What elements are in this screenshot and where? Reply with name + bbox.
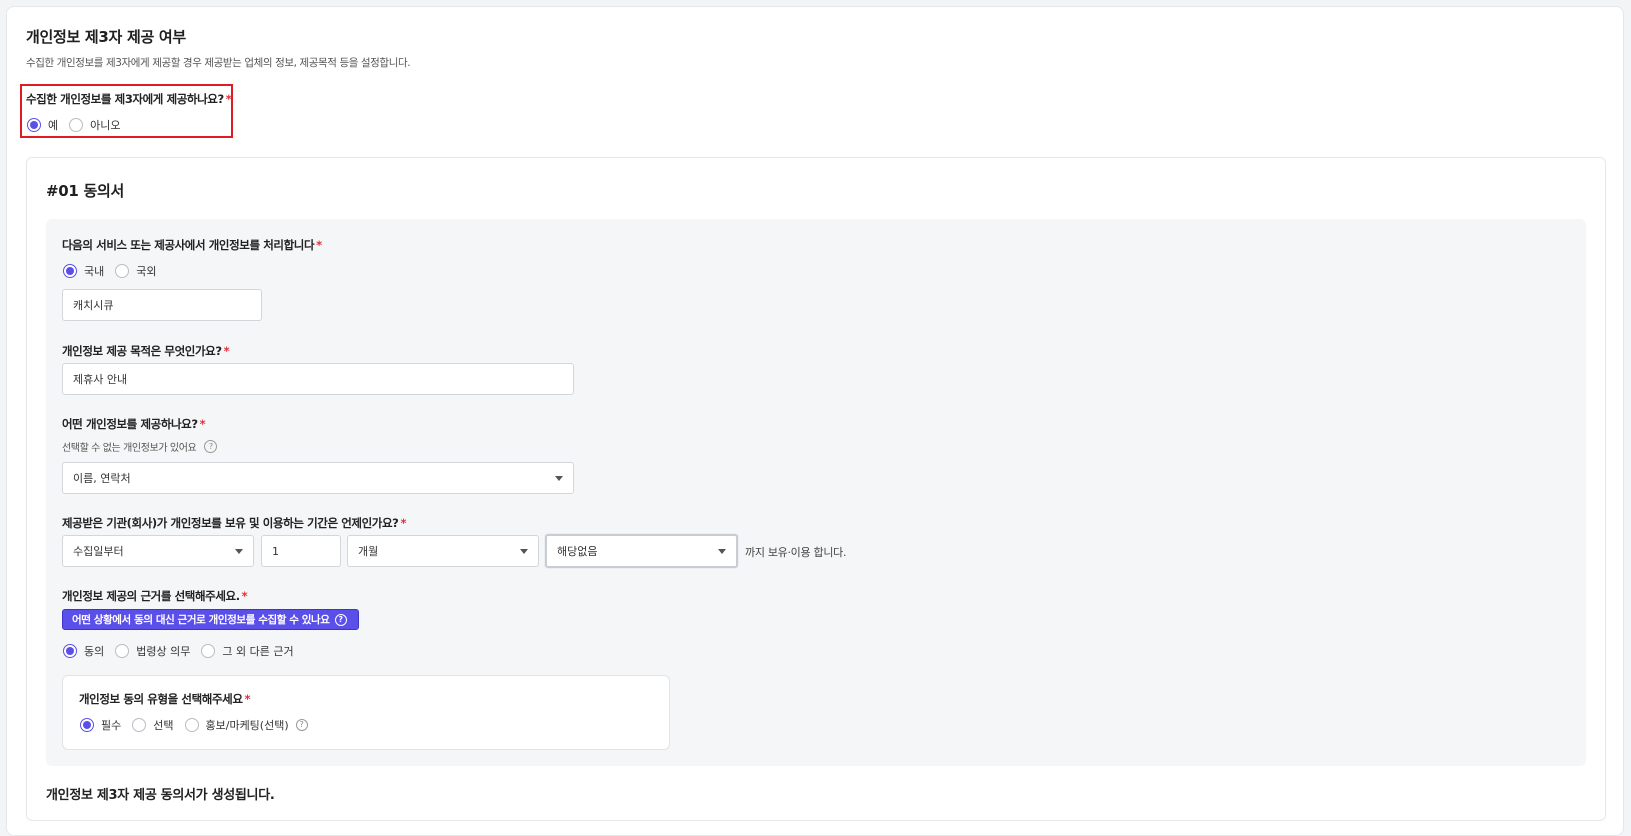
radio-other-basis-label: 그 외 다른 근거: [222, 645, 294, 658]
required-mark: *: [199, 417, 206, 431]
radio-other-basis[interactable]: 그 외 다른 근거: [201, 643, 294, 659]
required-mark: *: [223, 344, 230, 358]
radio-domestic-circle[interactable]: [63, 264, 77, 278]
radio-required-label: 필수: [101, 719, 122, 732]
retention-amount-input[interactable]: 1: [261, 535, 341, 567]
radio-yes-label: 예: [48, 119, 59, 132]
radio-other-basis-circle[interactable]: [201, 644, 216, 658]
chevron-down-icon: [235, 548, 243, 554]
retention-start-select[interactable]: 수집일부터: [62, 535, 254, 567]
items-question-label: 어떤 개인정보를 제공하나요? *: [62, 416, 206, 432]
required-mark: *: [241, 589, 248, 603]
radio-overseas[interactable]: 국외: [115, 263, 157, 279]
help-icon: ?: [334, 613, 347, 626]
service-region-radio-group: 국내 국외: [63, 263, 168, 279]
service-question-text: 다음의 서비스 또는 제공사에서 개인정보를 처리합니다: [62, 238, 315, 252]
items-question-text: 어떤 개인정보를 제공하나요?: [62, 417, 198, 431]
section-title: 개인정보 제3자 제공 여부: [26, 28, 186, 46]
consent-type-radio-group: 필수 선택 홍보/마케팅(선택) ?: [80, 717, 308, 733]
radio-optional[interactable]: 선택: [132, 717, 174, 733]
basis-question-text: 개인정보 제공의 근거를 선택해주세요.: [62, 589, 240, 603]
radio-no[interactable]: 아니오: [69, 117, 121, 133]
retention-amount-value: 1: [272, 544, 279, 558]
retention-start-value: 수집일부터: [73, 545, 124, 558]
section-description: 수집한 개인정보를 제3자에게 제공할 경우 제공받는 업체의 정보, 제공목적…: [26, 57, 411, 69]
required-mark: *: [225, 92, 232, 106]
radio-yes-circle[interactable]: [27, 118, 41, 132]
radio-legal-obligation-circle[interactable]: [115, 644, 130, 658]
consent-footer-note: 개인정보 제3자 제공 동의서가 생성됩니다.: [46, 788, 275, 803]
provide-question-label: 수집한 개인정보를 제3자에게 제공하나요? *: [26, 91, 232, 107]
provider-input[interactable]: 캐치시큐: [62, 289, 262, 321]
radio-marketing[interactable]: 홍보/마케팅(선택): [184, 717, 289, 733]
retention-unit-select[interactable]: 개월: [347, 535, 539, 567]
retention-exception-value: 해당없음: [557, 545, 598, 558]
provider-input-value: 캐치시큐: [73, 299, 114, 312]
items-hint: 선택할 수 없는 개인정보가 있어요 ?: [62, 439, 218, 454]
retention-question-label: 제공받은 기관(회사)가 개인정보를 보유 및 이용하는 기간은 언제인가요? *: [62, 515, 406, 531]
consent-type-text: 개인정보 동의 유형을 선택해주세요: [79, 692, 243, 706]
radio-domestic[interactable]: 국내: [63, 263, 104, 279]
basis-radio-group: 동의 법령상 의무 그 외 다른 근거: [63, 643, 305, 659]
radio-required-circle[interactable]: [80, 718, 94, 732]
purpose-question-label: 개인정보 제공 목적은 무엇인가요? *: [62, 343, 230, 359]
radio-consent-label: 동의: [84, 645, 105, 658]
chevron-down-icon: [718, 548, 726, 554]
basis-info-button[interactable]: 어떤 상황에서 동의 대신 근거로 개인정보를 수집할 수 있나요 ?: [62, 609, 359, 630]
help-icon[interactable]: ?: [204, 440, 218, 453]
radio-required[interactable]: 필수: [80, 717, 121, 733]
retention-unit-value: 개월: [358, 545, 379, 558]
service-question-label: 다음의 서비스 또는 제공사에서 개인정보를 처리합니다 *: [62, 237, 322, 253]
purpose-input[interactable]: 제휴사 안내: [62, 363, 574, 395]
basis-question-label: 개인정보 제공의 근거를 선택해주세요. *: [62, 588, 248, 604]
basis-info-text: 어떤 상황에서 동의 대신 근거로 개인정보를 수집할 수 있나요: [72, 614, 330, 626]
chevron-down-icon: [520, 548, 528, 554]
provide-radio-group: 예 아니오: [27, 117, 132, 133]
radio-overseas-label: 국외: [136, 265, 157, 278]
required-mark: *: [244, 692, 251, 706]
radio-legal-obligation-label: 법령상 의무: [136, 645, 191, 658]
purpose-input-value: 제휴사 안내: [73, 373, 128, 386]
radio-no-label: 아니오: [90, 119, 121, 132]
retention-question-text: 제공받은 기관(회사)가 개인정보를 보유 및 이용하는 기간은 언제인가요?: [62, 516, 399, 530]
purpose-question-text: 개인정보 제공 목적은 무엇인가요?: [62, 344, 222, 358]
radio-optional-circle[interactable]: [132, 718, 147, 732]
required-mark: *: [400, 516, 407, 530]
help-icon[interactable]: ?: [295, 719, 308, 731]
radio-marketing-label: 홍보/마케팅(선택): [205, 719, 289, 732]
consent-type-label: 개인정보 동의 유형을 선택해주세요 *: [79, 691, 251, 707]
radio-consent-circle[interactable]: [63, 644, 77, 658]
consent-type-card: [62, 675, 670, 750]
items-select[interactable]: 이름, 연락처: [62, 462, 574, 494]
retention-exception-select[interactable]: 해당없음: [545, 534, 738, 568]
radio-no-circle[interactable]: [69, 118, 84, 132]
retention-suffix: 까지 보유·이용 합니다.: [745, 546, 847, 559]
radio-consent[interactable]: 동의: [63, 643, 104, 659]
provide-question-text: 수집한 개인정보를 제3자에게 제공하나요?: [26, 92, 224, 106]
consent-title: #01 동의서: [46, 182, 124, 200]
items-hint-text: 선택할 수 없는 개인정보가 있어요: [62, 443, 197, 454]
radio-optional-label: 선택: [153, 719, 174, 732]
radio-overseas-circle[interactable]: [115, 264, 130, 278]
radio-marketing-circle[interactable]: [184, 718, 199, 732]
required-mark: *: [316, 238, 322, 252]
items-select-value: 이름, 연락처: [73, 472, 131, 485]
radio-domestic-label: 국내: [84, 265, 105, 278]
radio-yes[interactable]: 예: [27, 117, 58, 133]
radio-legal-obligation[interactable]: 법령상 의무: [115, 643, 190, 659]
chevron-down-icon: [555, 475, 563, 481]
